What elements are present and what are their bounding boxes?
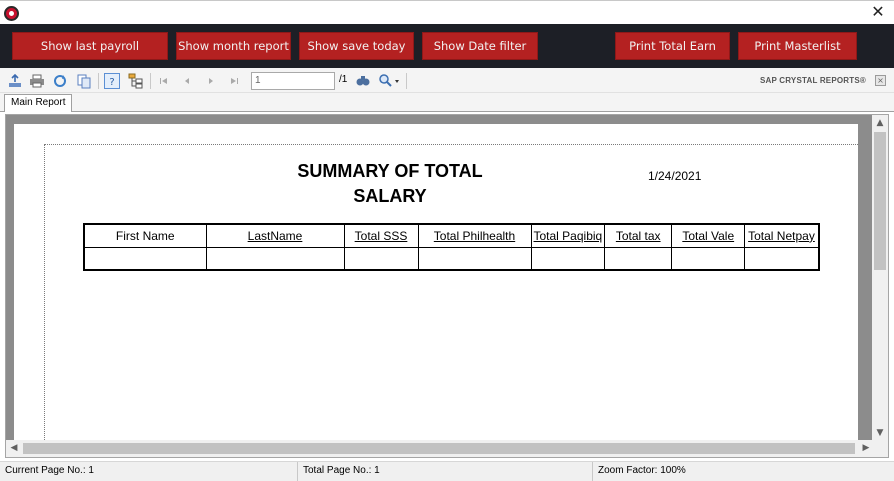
help-icon[interactable]: ? xyxy=(104,73,120,89)
report-title: SUMMARY OF TOTAL SALARY xyxy=(290,159,490,209)
toolbar-separator xyxy=(150,73,151,89)
tab-main-report[interactable]: Main Report xyxy=(4,94,73,112)
table-cell xyxy=(671,247,746,271)
command-bar: Show last payroll Show month report Show… xyxy=(0,24,894,68)
scrollbar-corner xyxy=(872,440,888,457)
export-icon[interactable] xyxy=(7,73,23,89)
scroll-up-icon[interactable]: ▲ xyxy=(872,115,888,131)
zoom-icon[interactable] xyxy=(378,73,402,89)
table-cell xyxy=(343,247,419,271)
prev-page-icon[interactable] xyxy=(179,73,195,89)
report-page: SUMMARY OF TOTAL SALARY 1/24/2021 First … xyxy=(14,124,858,454)
table-cell xyxy=(417,247,532,271)
column-header-first-name: First Name xyxy=(83,223,207,248)
scroll-left-icon[interactable]: ◀ xyxy=(6,440,22,456)
column-header-total-paqibiq: Total Paqibiq xyxy=(530,223,606,248)
page-total-label: /1 xyxy=(339,74,348,85)
next-page-icon[interactable] xyxy=(203,73,219,89)
column-header-total-philhealth: Total Philhealth xyxy=(417,223,532,248)
report-date: 1/24/2021 xyxy=(648,169,702,183)
scroll-down-icon[interactable]: ▼ xyxy=(872,425,888,441)
column-header-total-netpay: Total Netpay xyxy=(744,223,820,248)
status-bar: Current Page No.: 1 Total Page No.: 1 Zo… xyxy=(0,461,894,481)
table-cell xyxy=(83,247,207,271)
last-page-icon[interactable] xyxy=(226,73,242,89)
table-cell xyxy=(530,247,606,271)
table-cell xyxy=(744,247,820,271)
first-page-icon[interactable] xyxy=(156,73,172,89)
report-tab-strip: Main Report xyxy=(0,93,894,112)
horizontal-scroll-thumb[interactable] xyxy=(23,443,855,454)
toolbar-separator xyxy=(98,73,99,89)
show-save-today-button[interactable]: Show save today xyxy=(299,32,414,60)
svg-text:?: ? xyxy=(109,77,114,88)
column-header-total-tax: Total tax xyxy=(604,223,673,248)
show-last-payroll-button[interactable]: Show last payroll xyxy=(12,32,168,60)
viewer-toolbar: ? 1 /1 SAP CRYSTAL REPORTS® × xyxy=(0,68,894,93)
refresh-icon[interactable] xyxy=(52,73,68,89)
close-window-button[interactable]: ✕ xyxy=(870,4,886,20)
print-total-earn-button[interactable]: Print Total Earn xyxy=(615,32,730,60)
report-canvas: SUMMARY OF TOTAL SALARY 1/24/2021 First … xyxy=(5,114,889,458)
report-title-line-1: SUMMARY OF TOTAL xyxy=(297,161,483,181)
table-header-row: First Name LastName Total SSS Total Phil… xyxy=(83,223,820,248)
column-header-total-sss: Total SSS xyxy=(343,223,419,248)
print-icon[interactable] xyxy=(29,73,45,89)
table-cell xyxy=(604,247,673,271)
report-title-line-2: SALARY xyxy=(353,186,427,206)
show-date-filter-button[interactable]: Show Date filter xyxy=(422,32,538,60)
app-icon xyxy=(4,6,19,21)
toolbar-separator xyxy=(406,73,407,89)
crystal-reports-brand: SAP CRYSTAL REPORTS® xyxy=(759,76,866,85)
show-month-report-button[interactable]: Show month report xyxy=(176,32,291,60)
vertical-scroll-thumb[interactable] xyxy=(874,132,886,270)
status-total-page: Total Page No.: 1 xyxy=(298,462,593,481)
table-row xyxy=(83,247,820,271)
column-header-last-name: LastName xyxy=(205,223,345,248)
find-icon[interactable] xyxy=(355,73,371,89)
print-masterlist-button[interactable]: Print Masterlist xyxy=(738,32,857,60)
group-tree-icon[interactable] xyxy=(128,73,144,89)
column-header-total-vale: Total Vale xyxy=(671,223,746,248)
status-zoom-factor: Zoom Factor: 100% xyxy=(598,465,686,476)
horizontal-scrollbar[interactable]: ◀ ▶ xyxy=(6,440,874,457)
vertical-scrollbar[interactable]: ▲ ▼ xyxy=(872,115,888,441)
salary-summary-table: First Name LastName Total SSS Total Phil… xyxy=(83,223,820,271)
close-icon[interactable]: × xyxy=(875,75,886,86)
copy-icon[interactable] xyxy=(76,73,92,89)
table-cell xyxy=(205,247,345,271)
title-bar: ✕ xyxy=(0,0,894,24)
status-current-page: Current Page No.: 1 xyxy=(0,462,298,481)
page-number-input[interactable]: 1 xyxy=(251,72,335,90)
